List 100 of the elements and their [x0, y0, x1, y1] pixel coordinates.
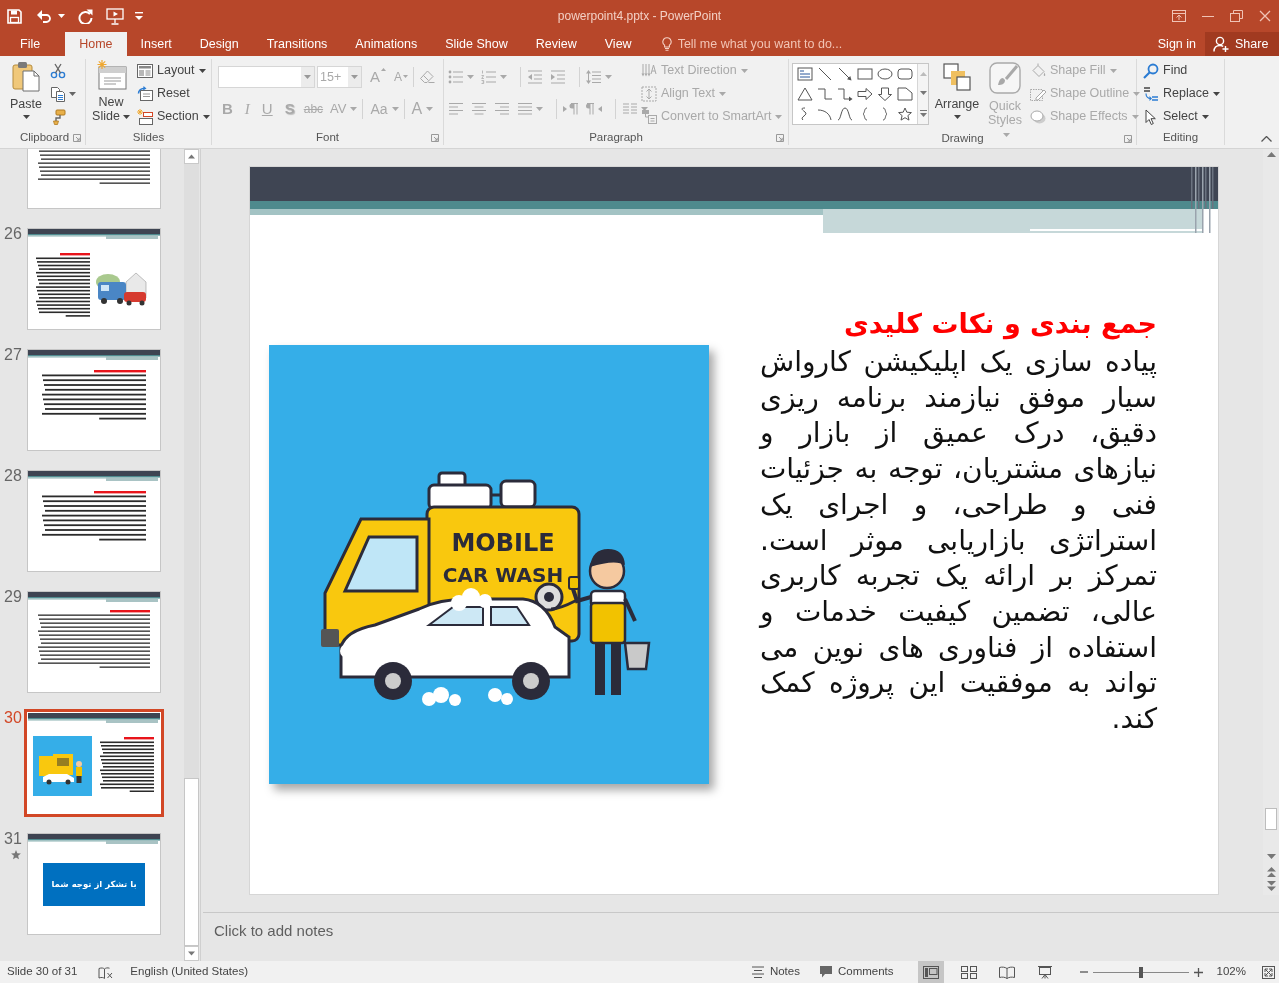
search-icon: [1143, 62, 1159, 79]
group-label: Paragraph: [589, 131, 643, 145]
down-arrow-icon[interactable]: [877, 87, 893, 101]
double-caret-up-icon[interactable]: [1266, 867, 1276, 877]
slide-sparkle-icon: [95, 60, 127, 90]
slide-thumbnail[interactable]: با تشکر از توجه شما: [27, 833, 161, 935]
slide-number: 26: [4, 226, 22, 242]
caret-icon[interactable]: [184, 946, 199, 961]
section-button[interactable]: Section: [137, 105, 210, 128]
tell-me-field[interactable]: Tell me what you want to do...: [677, 36, 850, 52]
ribbon-tab[interactable]: Home: [65, 32, 127, 56]
bar-caret-icon[interactable]: [135, 11, 143, 21]
corner-arrow-icon[interactable]: [431, 134, 439, 143]
share-button[interactable]: Share: [1205, 32, 1279, 56]
play-screen-icon[interactable]: [106, 7, 124, 25]
speech-bubble-icon: [819, 966, 832, 978]
caret-icon[interactable]: [58, 14, 65, 18]
corner-arrow-icon[interactable]: [73, 134, 81, 143]
scrollbar-track[interactable]: [184, 149, 199, 961]
paintbrush-icon[interactable]: [50, 109, 66, 125]
slide-number: 27: [4, 347, 22, 363]
zoom-percentage[interactable]: 102%: [1216, 965, 1246, 979]
star-icon[interactable]: [897, 107, 913, 121]
rounded-rectangle-icon[interactable]: [897, 67, 913, 81]
normal-view-button[interactable]: [917, 961, 944, 983]
caret-icon[interactable]: [1266, 854, 1276, 859]
slide-thumbnail[interactable]: [27, 349, 161, 451]
ribbon-tab[interactable]: View: [590, 32, 646, 56]
slide-counter: Slide 30 of 31: [7, 965, 78, 979]
right-arrow-icon[interactable]: [857, 87, 873, 101]
triangle-icon[interactable]: [797, 87, 813, 101]
slide-body-text: پیاده سازی یک اپلیکیشن کارواش سیار موفق نیازمند برنامه ریزی دقیق، درک عمیق از بازار و نیازهای مشتریان، توجه به جزئیات فنی و طراحی، و اجرای یک استراتژی بازاریابی موثر است. تمرکز بر ارائه یک تجربه کاربری عالی، تضمین کیفیت خدمات و استفاده از فناوری های نوین می تواند به موفقیت این پروژه کمک کند.: [760, 344, 1157, 737]
notes-button[interactable]: Notes: [751, 965, 800, 979]
bar-caret-icon[interactable]: [919, 109, 927, 117]
comments-button[interactable]: Comments: [819, 965, 894, 979]
slide-thumbnail[interactable]: [27, 591, 161, 693]
double-caret-down-icon[interactable]: [1266, 881, 1276, 891]
ribbon-tab[interactable]: Review: [521, 32, 591, 56]
slide-thumbnail[interactable]: [27, 228, 161, 330]
split-panel-icon: [922, 965, 939, 979]
elbow-arrow-icon[interactable]: [837, 87, 853, 101]
corner-arrow-icon[interactable]: [776, 134, 784, 143]
brush-tile-icon: [989, 62, 1021, 94]
group-label: Slides: [132, 131, 165, 145]
reset-button[interactable]: Reset: [137, 82, 210, 105]
zoom-slider-thumb[interactable]: [1138, 966, 1143, 978]
scrollbar-thumb[interactable]: [184, 778, 199, 946]
caret-up-icon[interactable]: [1266, 152, 1276, 157]
arrow-icon[interactable]: [837, 67, 853, 81]
slide-thumbnail[interactable]: [27, 470, 161, 572]
book-x-icon[interactable]: [98, 965, 114, 979]
slide-arrow-icon: [137, 85, 153, 102]
paint-bucket-icon: [1030, 62, 1046, 79]
caret-icon[interactable]: [919, 90, 927, 95]
ribbon-tab[interactable]: Animations: [341, 32, 432, 56]
oval-icon[interactable]: [877, 67, 893, 81]
layout-button[interactable]: Layout: [137, 59, 210, 82]
slide-number: 29: [4, 589, 22, 605]
caret-icon: [304, 75, 311, 79]
slide-thumbnail[interactable]: [24, 709, 164, 817]
expand-arrows-icon[interactable]: [1262, 965, 1275, 979]
select-button[interactable]: Select: [1143, 105, 1220, 128]
language-indicator[interactable]: English (United States): [130, 965, 248, 979]
circular-arrow-icon[interactable]: [78, 8, 93, 24]
documents-icon[interactable]: [50, 86, 66, 102]
line-icon[interactable]: [817, 67, 833, 81]
scrollbar-thumb[interactable]: [1265, 808, 1277, 830]
ribbon-tab[interactable]: Transitions: [252, 32, 342, 56]
shapes-gallery[interactable]: [792, 63, 929, 125]
notes-field[interactable]: Click to add notes: [214, 922, 1267, 958]
ribbon-tab[interactable]: Design: [185, 32, 253, 56]
window-title: powerpoint4.pptx - PowerPoint: [557, 8, 722, 24]
ribbon-tab[interactable]: File: [6, 32, 55, 56]
snipped-shape-icon[interactable]: [897, 87, 913, 101]
scissors-icon[interactable]: [50, 63, 66, 79]
minus-icon[interactable]: [1079, 968, 1088, 976]
arrange-button[interactable]: Arrange: [934, 61, 980, 119]
plus-icon[interactable]: [1193, 967, 1203, 977]
replace-button[interactable]: Replace: [1143, 82, 1220, 105]
slide-title: جمع بندی و نکات کلیدی: [842, 307, 1157, 342]
thank-you-banner: با تشکر از توجه شما: [43, 863, 145, 906]
group-label: Clipboard: [19, 131, 70, 145]
lightbulb-icon: [661, 37, 672, 51]
curved-arrow-icon[interactable]: [37, 9, 52, 23]
slide-number: 31: [4, 831, 22, 847]
arc-icon[interactable]: [817, 107, 833, 121]
caret-icon[interactable]: [69, 92, 76, 96]
restore-icon[interactable]: [1230, 10, 1243, 22]
sign-in-link[interactable]: Sign in: [1148, 32, 1205, 56]
close-icon[interactable]: [1259, 10, 1271, 22]
ribbon-tab[interactable]: Slide Show: [431, 32, 522, 56]
new-slide-button[interactable]: New Slide: [90, 59, 132, 123]
group-label: Font: [316, 131, 339, 145]
slide-number: 28: [4, 468, 22, 484]
paste-button[interactable]: Paste: [9, 59, 43, 119]
wave-icon[interactable]: [837, 107, 853, 121]
ribbon-tab[interactable]: Insert: [126, 32, 186, 56]
caret-up-icon[interactable]: [1261, 136, 1272, 142]
find-button[interactable]: Find: [1143, 59, 1220, 82]
corner-arrow-icon[interactable]: [1124, 134, 1132, 143]
